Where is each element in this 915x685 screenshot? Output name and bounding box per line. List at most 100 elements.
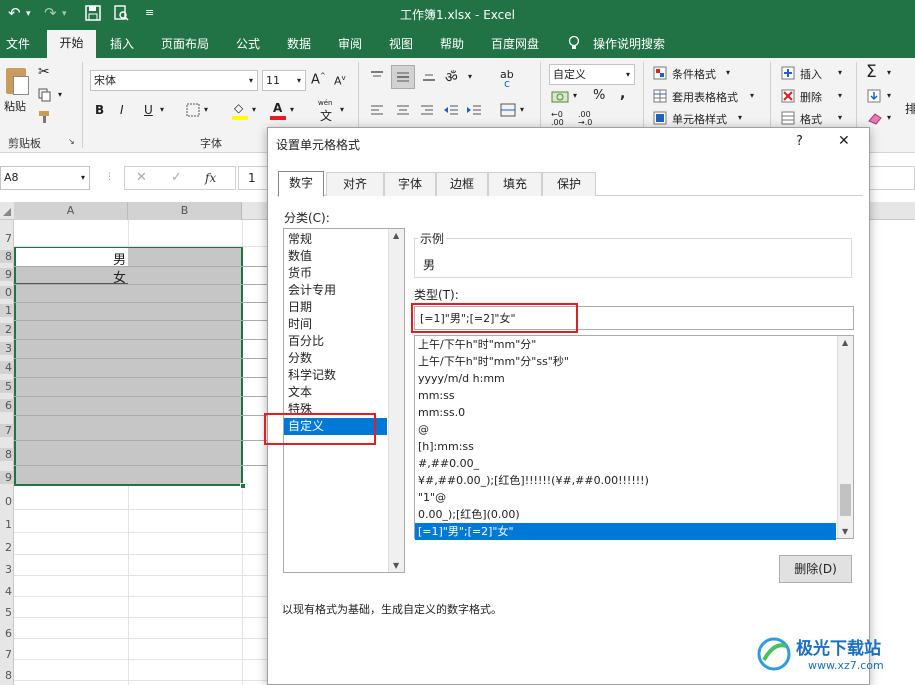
align-middle-button[interactable] xyxy=(391,65,415,89)
format-list-scrollbar[interactable]: ▲ ▼ xyxy=(837,336,853,538)
tab-font[interactable]: 字体 xyxy=(384,172,436,196)
category-item[interactable]: 数值 xyxy=(288,248,312,265)
category-item[interactable]: 科学记数 xyxy=(288,367,336,384)
cell-style-button[interactable]: 单元格样式 xyxy=(672,111,727,127)
category-item[interactable]: 日期 xyxy=(288,299,312,316)
format-dropdown-icon[interactable]: ▾ xyxy=(838,113,842,122)
conditional-format-dropdown-icon[interactable]: ▾ xyxy=(726,68,730,77)
menu-baidu-netdisk[interactable]: 百度网盘 xyxy=(491,35,539,52)
fill-down-icon[interactable] xyxy=(867,89,881,103)
border-icon[interactable] xyxy=(186,103,200,117)
copy-dropdown-icon[interactable]: ▾ xyxy=(58,90,62,99)
name-box[interactable]: A8 ▾ xyxy=(0,166,90,190)
category-item[interactable]: 货币 xyxy=(288,265,312,282)
scroll-thumb[interactable] xyxy=(840,484,851,516)
menu-file[interactable]: 文件 xyxy=(6,35,30,52)
close-button[interactable]: ✕ xyxy=(838,133,850,149)
orientation-icon[interactable]: ॐ xyxy=(445,68,458,87)
row-header[interactable]: 0 xyxy=(0,495,14,508)
row-header[interactable]: 7 xyxy=(0,232,14,245)
format-cells-button[interactable]: 格式 xyxy=(800,111,822,127)
cell-style-icon[interactable] xyxy=(653,111,667,125)
category-item[interactable]: 分数 xyxy=(288,350,312,367)
category-scrollbar[interactable]: ▲ ▼ xyxy=(388,229,404,572)
increase-font-icon[interactable]: A^ xyxy=(311,72,326,87)
phonetic-icon[interactable]: wén 文 xyxy=(316,99,338,123)
tab-fill[interactable]: 填充 xyxy=(488,172,542,196)
tab-protection[interactable]: 保护 xyxy=(542,172,596,196)
help-button[interactable]: ? xyxy=(796,134,803,149)
format-item[interactable]: ¥#,##0.00_);[红色]!!!!!!(¥#,##0.00!!!!!!) xyxy=(418,472,649,489)
decrease-decimal-icon[interactable]: .00 →.0 xyxy=(578,111,592,127)
row-header[interactable]: 8 xyxy=(0,448,14,461)
border-dropdown-icon[interactable]: ▾ xyxy=(204,105,208,114)
format-item[interactable]: "1"@ xyxy=(418,489,446,506)
comma-button[interactable]: , xyxy=(620,86,625,102)
row-header[interactable]: 5 xyxy=(0,380,14,393)
underline-dropdown-icon[interactable]: ▾ xyxy=(160,105,164,114)
row-header[interactable]: 4 xyxy=(0,585,14,598)
font-color-dropdown-icon[interactable]: ▾ xyxy=(290,105,294,114)
orientation-dropdown-icon[interactable]: ▾ xyxy=(468,72,472,81)
row-header[interactable]: 7 xyxy=(0,648,14,661)
format-item-selected[interactable]: [=1]"男";[=2]"女" xyxy=(415,523,836,540)
row-header[interactable]: 2 xyxy=(0,323,14,336)
delete-cells-button[interactable]: 删除 xyxy=(800,89,822,105)
fill-color-dropdown-icon[interactable]: ▾ xyxy=(252,105,256,114)
insert-dropdown-icon[interactable]: ▾ xyxy=(838,68,842,77)
format-item[interactable]: 上午/下午h"时"mm"分" xyxy=(418,336,536,353)
number-format-select[interactable]: 自定义 ▾ xyxy=(549,64,635,85)
column-header-b[interactable]: B xyxy=(128,202,242,220)
font-color-icon[interactable]: A xyxy=(270,101,286,120)
category-item[interactable]: 时间 xyxy=(288,316,312,333)
row-header[interactable]: 5 xyxy=(0,606,14,619)
accounting-format-icon[interactable] xyxy=(551,90,569,104)
italic-button[interactable]: I xyxy=(120,103,124,117)
merge-center-icon[interactable] xyxy=(500,103,516,117)
tab-home[interactable]: 开始 xyxy=(47,30,96,58)
format-item[interactable]: @ xyxy=(418,421,429,438)
category-list[interactable]: 常规 数值 货币 会计专用 日期 时间 百分比 分数 科学记数 文本 特殊 自定… xyxy=(283,228,405,573)
align-center-icon[interactable] xyxy=(396,104,410,116)
underline-button[interactable]: U xyxy=(144,103,153,117)
format-cells-icon[interactable] xyxy=(781,111,795,125)
menu-help[interactable]: 帮助 xyxy=(440,35,464,52)
chevron-up-icon[interactable]: ▲ xyxy=(393,231,399,240)
table-format-button[interactable]: 套用表格格式 xyxy=(672,89,738,105)
phonetic-dropdown-icon[interactable]: ▾ xyxy=(340,105,344,114)
column-header-a[interactable]: A xyxy=(14,202,128,220)
accounting-dropdown-icon[interactable]: ▾ xyxy=(573,91,577,100)
wrap-text-icon[interactable]: ab c xyxy=(500,68,520,90)
format-item[interactable]: 0.00_);[红色](0.00) xyxy=(418,506,520,523)
row-header[interactable]: 7 xyxy=(0,424,14,437)
row-header[interactable]: 1 xyxy=(0,518,14,531)
row-header[interactable]: 3 xyxy=(0,342,14,355)
insert-function-icon[interactable]: fx xyxy=(205,171,216,185)
cut-icon[interactable]: ✂ xyxy=(38,64,50,80)
tab-alignment[interactable]: 对齐 xyxy=(326,172,384,196)
align-top-icon[interactable] xyxy=(370,70,384,82)
row-header[interactable]: 8 xyxy=(0,669,14,682)
paste-button[interactable]: 粘贴 xyxy=(4,98,26,114)
copy-icon[interactable] xyxy=(38,88,52,102)
font-name-select[interactable]: 宋体 ▾ xyxy=(90,70,258,91)
clipboard-launcher-icon[interactable]: ↘ xyxy=(68,137,75,146)
row-header[interactable]: 1 xyxy=(0,304,14,317)
format-item[interactable]: yyyy/m/d h:mm xyxy=(418,370,505,387)
conditional-format-button[interactable]: 条件格式 xyxy=(672,66,716,82)
format-item[interactable]: mm:ss.0 xyxy=(418,404,465,421)
autosum-icon[interactable]: Σ xyxy=(866,62,877,82)
delete-dropdown-icon[interactable]: ▾ xyxy=(838,91,842,100)
category-item[interactable]: 百分比 xyxy=(288,333,324,350)
cancel-entry-icon[interactable]: ✕ xyxy=(136,170,147,185)
insert-cells-icon[interactable] xyxy=(781,66,795,80)
row-header[interactable]: 6 xyxy=(0,627,14,640)
cell-style-dropdown-icon[interactable]: ▾ xyxy=(738,113,742,122)
format-item[interactable]: #,##0.00_ xyxy=(418,455,479,472)
select-all-icon[interactable] xyxy=(2,207,12,217)
row-header[interactable]: 3 xyxy=(0,563,14,576)
row-header[interactable]: 2 xyxy=(0,541,14,554)
decrease-font-icon[interactable]: Av xyxy=(334,74,346,88)
chevron-down-icon[interactable]: ▼ xyxy=(393,561,399,570)
autosum-dropdown-icon[interactable]: ▾ xyxy=(887,68,891,77)
